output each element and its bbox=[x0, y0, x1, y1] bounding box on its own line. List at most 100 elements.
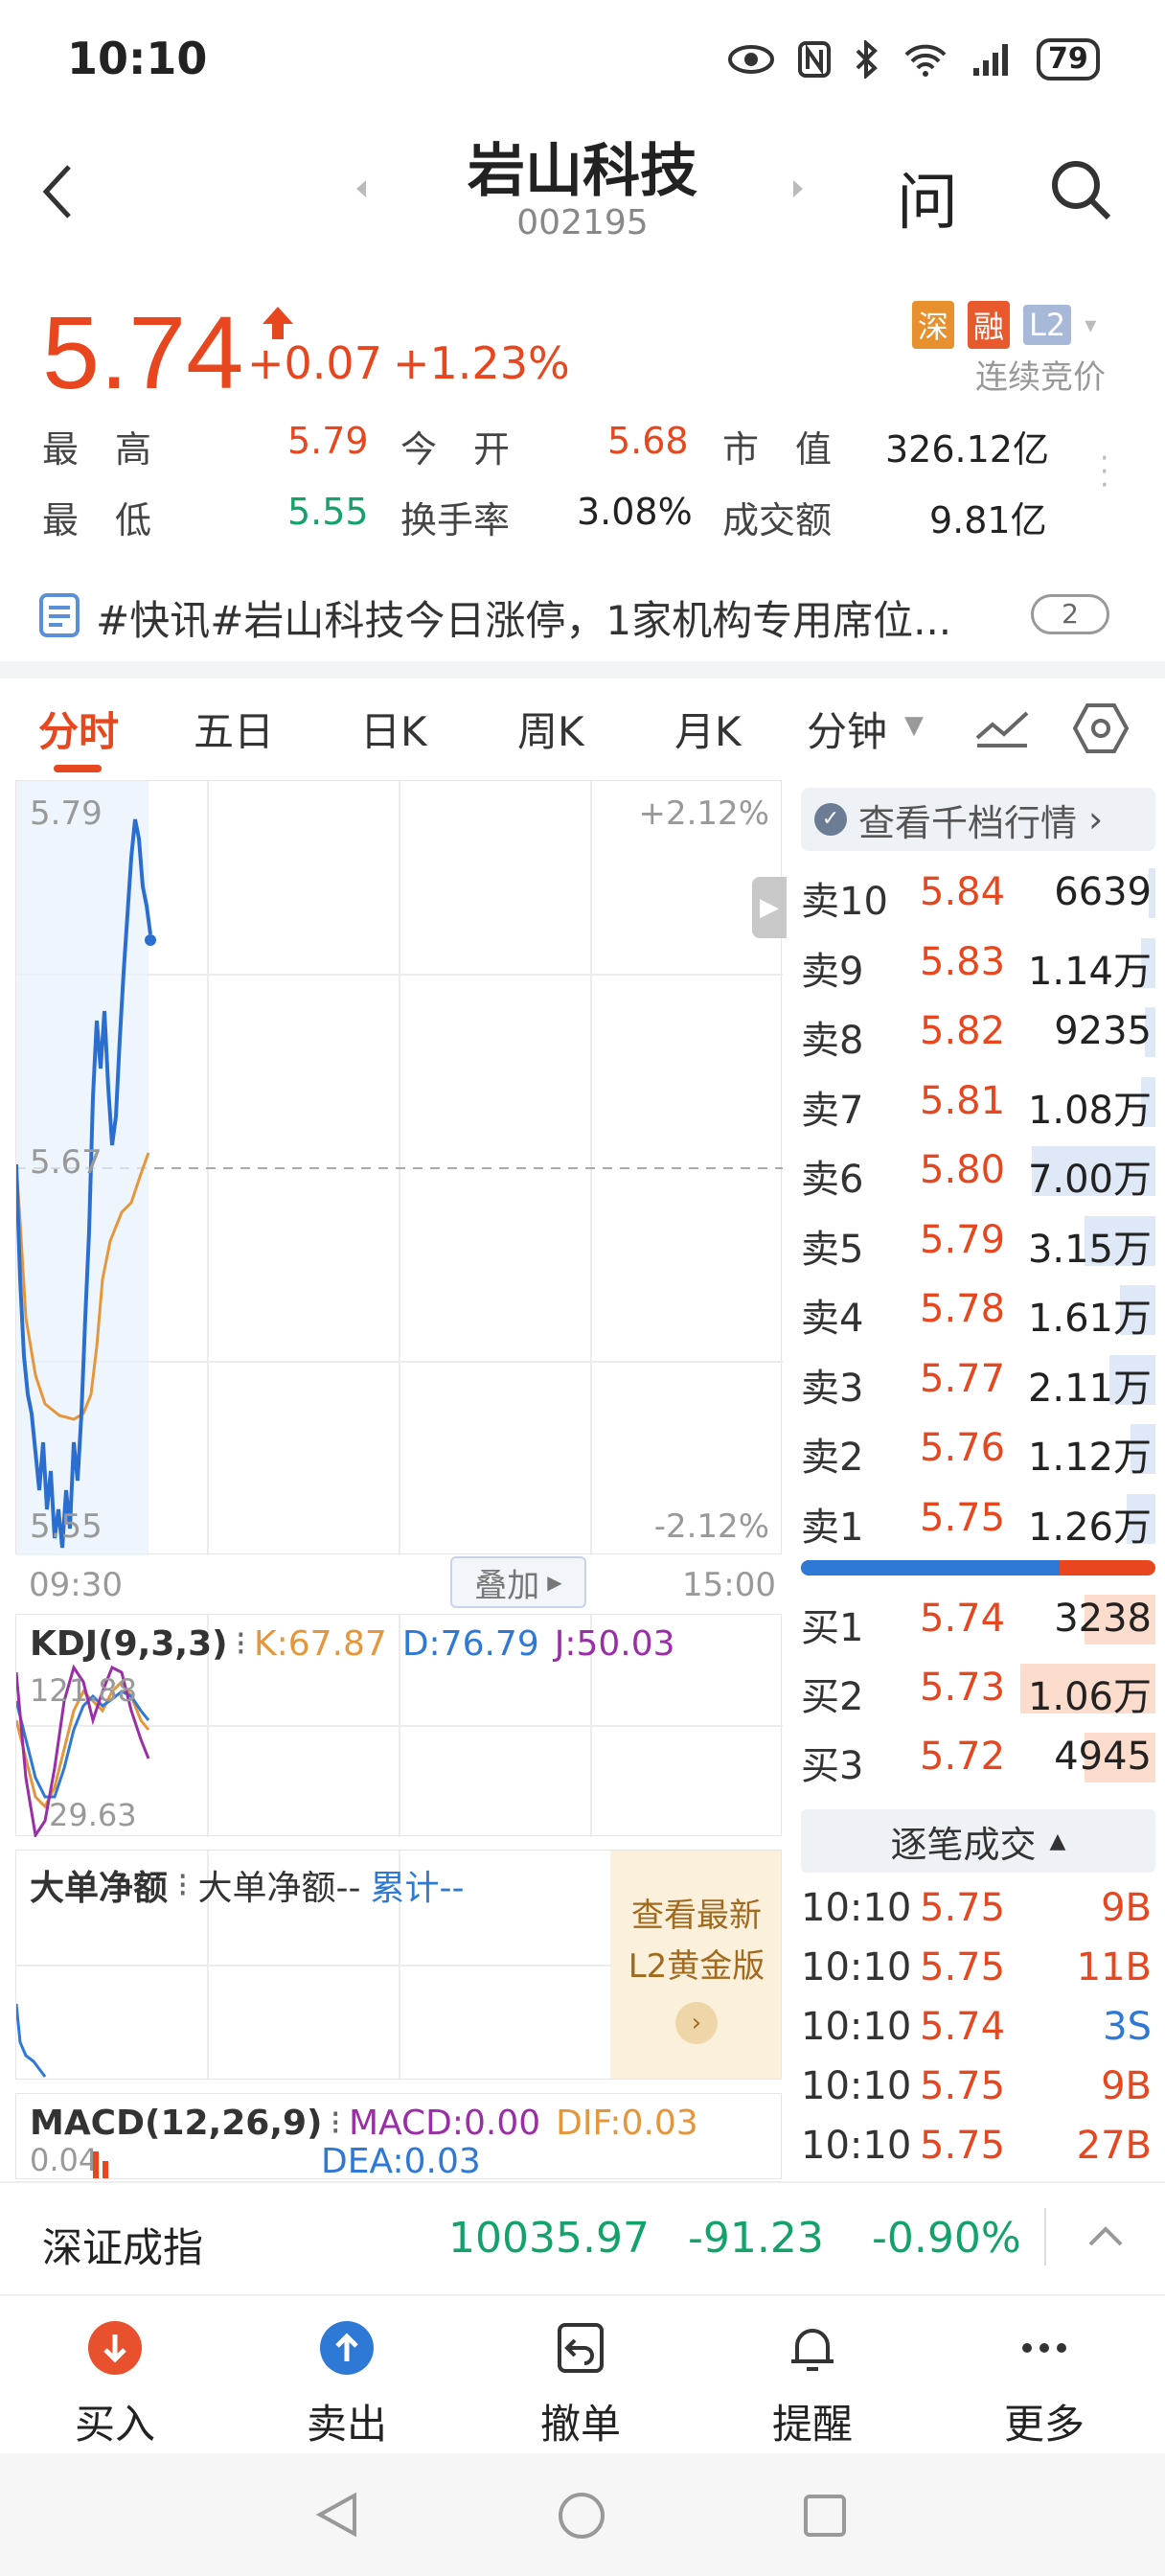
stock-title: 岩山科技 bbox=[468, 138, 697, 205]
trade-volume: 27B bbox=[1076, 2124, 1152, 2168]
level-volume: 3.15万 bbox=[1027, 1227, 1152, 1272]
index-value: 10035.97 bbox=[448, 2214, 650, 2263]
trade-status: 连续竞价 bbox=[975, 358, 1106, 397]
signal-icon bbox=[973, 44, 1008, 76]
trade-row: 10:10 5.75 11B bbox=[801, 1940, 1155, 1999]
depth-button[interactable]: ✓ 查看千档行情 › bbox=[801, 788, 1155, 851]
alert-button[interactable]: 提醒 bbox=[726, 2319, 899, 2450]
search-icon[interactable] bbox=[1046, 155, 1115, 224]
trade-price: 5.75 bbox=[920, 1886, 1006, 1930]
l2-promo[interactable]: 查看最新 L2黄金版 › bbox=[610, 1851, 781, 2079]
buy-button[interactable]: 买入 bbox=[29, 2319, 201, 2450]
trades-title: 逐笔成交 bbox=[890, 1823, 1037, 1866]
level-label: 卖5 bbox=[801, 1227, 864, 1272]
macd-name[interactable]: MACD(12,26,9) bbox=[30, 2104, 323, 2143]
level-price: 5.73 bbox=[920, 1666, 1006, 1710]
divider bbox=[1044, 2208, 1046, 2266]
badge-shen: 深 bbox=[912, 301, 955, 349]
big-order-menu-icon[interactable]: ⁝ bbox=[177, 1866, 188, 1905]
trade-time: 10:10 bbox=[801, 1886, 912, 1930]
more-stats-icon[interactable]: · · · bbox=[1100, 445, 1109, 500]
ask-row[interactable]: 卖8 5.82 9235 bbox=[801, 998, 1155, 1067]
stat-label: 今 开 bbox=[400, 428, 511, 471]
draw-line-icon[interactable] bbox=[973, 707, 1031, 749]
bid-row[interactable]: 买1 5.74 3238 bbox=[801, 1585, 1155, 1654]
ask-row[interactable]: 卖9 5.83 1.14万 bbox=[801, 929, 1155, 998]
intraday-svg bbox=[14, 781, 783, 1555]
ask-row[interactable]: 卖3 5.77 2.11万 bbox=[801, 1346, 1155, 1414]
trade-volume: 11B bbox=[1076, 1945, 1152, 1990]
more-label: 更多 bbox=[1003, 2401, 1085, 2448]
sell-button[interactable]: 卖出 bbox=[261, 2319, 433, 2450]
kdj-menu-icon[interactable]: ⁝ bbox=[236, 1624, 246, 1664]
index-change: -91.23 bbox=[688, 2214, 824, 2263]
ask-row[interactable]: 卖2 5.76 1.12万 bbox=[801, 1414, 1155, 1484]
promo-arrow-icon[interactable]: › bbox=[675, 2002, 718, 2044]
overlay-button[interactable]: 叠加 ▶ bbox=[450, 1556, 586, 1608]
tab-intraday[interactable]: 分时 bbox=[38, 700, 119, 758]
level-label: 卖10 bbox=[801, 880, 888, 924]
macd-menu-icon[interactable]: ⁝ bbox=[331, 2104, 341, 2143]
ask-row[interactable]: 卖10 5.84 6639 bbox=[801, 859, 1155, 928]
chevron-down-icon[interactable]: ▼ bbox=[904, 711, 924, 740]
badge-rong: 融 bbox=[968, 301, 1011, 349]
level-label: 卖3 bbox=[801, 1366, 864, 1411]
news-ticker[interactable]: #快讯#岩山科技今日涨停，1家机构专用席位... bbox=[96, 588, 987, 647]
macd-dea: DEA:0.03 bbox=[321, 2142, 481, 2179]
trade-time: 10:10 bbox=[801, 2064, 912, 2108]
more-button[interactable]: 更多 bbox=[958, 2319, 1131, 2450]
expand-panel-icon[interactable]: ▶ bbox=[752, 877, 787, 938]
stat-label: 成交额 bbox=[722, 499, 833, 541]
kdj-name[interactable]: KDJ(9,3,3) bbox=[30, 1624, 228, 1664]
trade-volume: 9B bbox=[1101, 1886, 1152, 1930]
bid-row[interactable]: 买3 5.72 4945 bbox=[801, 1723, 1155, 1792]
intraday-chart[interactable]: 5.79 5.67 5.55 +2.12% -2.12% ▶ bbox=[14, 780, 787, 1555]
stat-value-mktcap: 326.12亿 bbox=[885, 428, 1049, 471]
tab-5day[interactable]: 五日 bbox=[194, 700, 274, 758]
ask-row[interactable]: 卖5 5.79 3.15万 bbox=[801, 1207, 1155, 1276]
sell-label: 卖出 bbox=[306, 2401, 387, 2448]
bid-row[interactable]: 买2 5.73 1.06万 bbox=[801, 1654, 1155, 1723]
bid-ask-ratio-bar bbox=[801, 1560, 1155, 1576]
settings-hex-icon[interactable] bbox=[1073, 702, 1129, 755]
bell-icon bbox=[791, 2329, 834, 2371]
level-price: 5.83 bbox=[920, 939, 1006, 984]
index-bar[interactable]: 深证成指 10035.97 -91.23 -0.90% bbox=[0, 2181, 1165, 2296]
stat-value-turnover: 3.08% bbox=[577, 491, 693, 533]
cancel-order-button[interactable]: 撤单 bbox=[494, 2319, 667, 2450]
stat-label: 最 低 bbox=[42, 499, 152, 541]
big-order-panel[interactable]: 大单净额 ⁝ 大单净额-- 累计-- 查看最新 L2黄金版 › bbox=[15, 1850, 782, 2080]
kdj-panel[interactable]: KDJ(9,3,3) ⁝ K:67.87 D:76.79 J:50.03 121… bbox=[14, 1614, 783, 1839]
stock-code: 002195 bbox=[516, 203, 649, 242]
news-icon bbox=[39, 593, 80, 637]
level-price: 5.80 bbox=[920, 1148, 1006, 1192]
trade-row: 10:10 5.75 9B bbox=[801, 2058, 1155, 2118]
nav-home-icon[interactable] bbox=[558, 2492, 605, 2540]
ask-row[interactable]: 卖7 5.81 1.08万 bbox=[801, 1068, 1155, 1137]
chevron-up-icon[interactable] bbox=[1086, 2225, 1125, 2248]
tab-daily[interactable]: 日K bbox=[360, 700, 427, 758]
alert-label: 提醒 bbox=[771, 2401, 853, 2448]
big-order-title[interactable]: 大单净额 bbox=[30, 1860, 168, 1910]
kdj-hi: 121.88 bbox=[30, 1672, 137, 1709]
tab-monthly[interactable]: 月K bbox=[674, 700, 742, 758]
trades-header[interactable]: 逐笔成交 ▲ bbox=[801, 1809, 1155, 1873]
ask-button[interactable]: 问 bbox=[897, 153, 958, 242]
check-circle-icon: ✓ bbox=[814, 803, 847, 836]
trade-price: 5.75 bbox=[920, 2064, 1006, 2108]
nav-recent-icon[interactable] bbox=[803, 2494, 847, 2538]
tab-weekly[interactable]: 周K bbox=[517, 700, 584, 758]
level-volume: 1.12万 bbox=[1027, 1436, 1152, 1480]
overlay-label: 叠加 bbox=[474, 1566, 540, 1605]
news-count[interactable]: 2 bbox=[1031, 594, 1109, 634]
promo-line1: 查看最新 bbox=[631, 1897, 762, 1935]
tab-minute[interactable]: 分钟 bbox=[807, 700, 887, 758]
level-label: 卖6 bbox=[801, 1158, 864, 1202]
nav-back-icon[interactable] bbox=[316, 2492, 358, 2538]
ask-row[interactable]: 卖4 5.78 1.61万 bbox=[801, 1276, 1155, 1345]
badge-chevron-icon: ▾ bbox=[1085, 311, 1097, 338]
ask-row[interactable]: 卖6 5.80 7.00万 bbox=[801, 1137, 1155, 1206]
macd-panel[interactable]: MACD(12,26,9) ⁝ MACD:0.00 DIF:0.03 DEA:0… bbox=[15, 2093, 782, 2179]
trade-volume: 3S bbox=[1103, 2005, 1152, 2049]
ask-row[interactable]: 卖1 5.75 1.26万 bbox=[801, 1484, 1155, 1553]
